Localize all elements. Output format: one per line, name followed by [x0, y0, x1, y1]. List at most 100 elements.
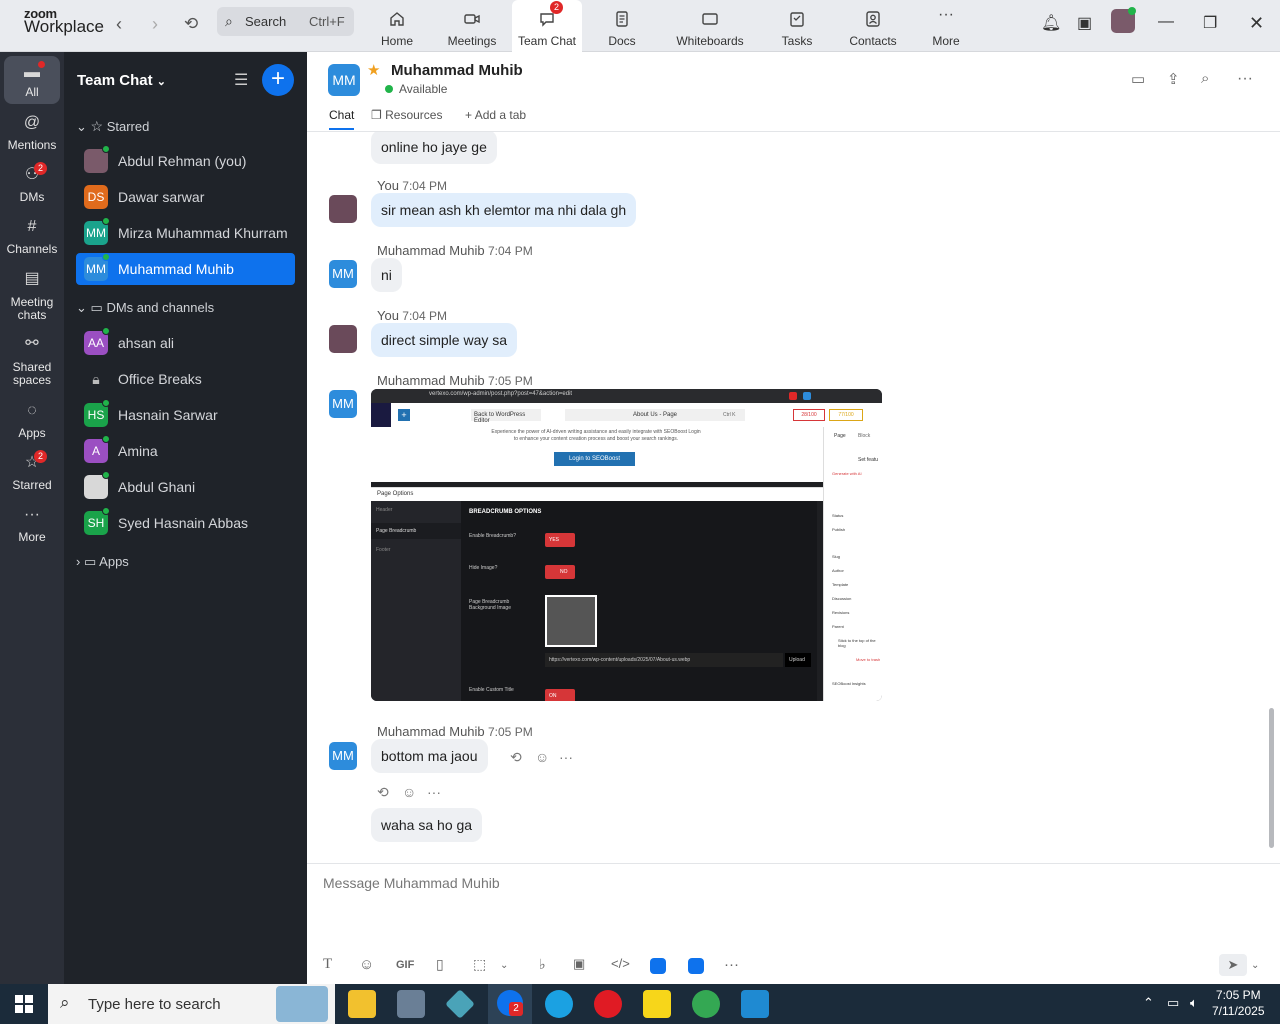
tab-docs[interactable]: Docs [600, 0, 644, 52]
tray-chevron-icon[interactable]: ⌃ [1143, 995, 1154, 1011]
video-call-icon[interactable]: ▭ [1131, 70, 1145, 88]
emoji-react-icon[interactable]: ☺ [535, 749, 549, 765]
rail-starred[interactable]: ☆ 2 Starred [0, 450, 64, 492]
sidebar-item-muhammad-muhib[interactable]: MM Muhammad Muhib [76, 253, 295, 285]
scrollbar[interactable] [1269, 708, 1274, 848]
taskbar-zoom-active[interactable]: 2 [488, 984, 532, 1024]
close-icon[interactable]: ✕ [1249, 13, 1264, 34]
microphone-icon[interactable]: ♭ [539, 956, 546, 973]
reply-icon[interactable]: ⟲ [510, 749, 522, 766]
tab-more[interactable]: ··· More [926, 0, 966, 52]
more-tools-icon[interactable]: ··· [724, 956, 739, 973]
sidebar-item-office-breaks[interactable]: 🔒︎ Office Breaks [76, 363, 295, 395]
vscode-icon[interactable] [741, 990, 769, 1018]
sidebar-item-mirza-khurram[interactable]: MM Mirza Muhammad Khurram [76, 217, 295, 249]
section-starred[interactable]: ⌄ ☆ Starred [76, 118, 149, 135]
opera-icon[interactable] [594, 990, 622, 1018]
app-integration-icon[interactable] [688, 958, 704, 974]
video-message-icon[interactable]: ▣ [573, 956, 585, 972]
sticky-notes-icon[interactable] [643, 990, 671, 1018]
chevron-down-icon[interactable]: ⌄ [500, 960, 508, 971]
rail-meeting-chats[interactable]: ▤ Meeting chats [0, 270, 64, 322]
gif-icon[interactable]: GIF [396, 959, 414, 971]
history-icon[interactable]: ⟲ [184, 14, 198, 34]
rail-shared-spaces[interactable]: ⚯ Shared spaces [0, 335, 64, 387]
reply-icon[interactable]: ⟲ [377, 784, 389, 801]
avatar[interactable]: MM [329, 742, 357, 770]
chrome-icon[interactable] [692, 990, 720, 1018]
back-arrow-icon[interactable]: ‹ [116, 14, 122, 35]
section-apps[interactable]: › ▭ Apps [76, 554, 129, 570]
tab-tasks[interactable]: Tasks [776, 0, 818, 52]
search-bar[interactable]: ⌕ Search Ctrl+F [217, 7, 354, 36]
sidebar-item-syed-hasnain-abbas[interactable]: SH Syed Hasnain Abbas [76, 507, 295, 539]
sidebar-item-hasnain-sarwar[interactable]: HS Hasnain Sarwar [76, 399, 295, 431]
search-icon[interactable]: ⌕ [1201, 70, 1209, 87]
network-icon[interactable]: ▭ [1167, 995, 1179, 1011]
image-attachment[interactable]: vertexo.com/wp-admin/post.php?post=47&ac… [371, 389, 882, 701]
system-clock[interactable]: 7:05 PM 7/11/2025 [1212, 987, 1265, 1019]
emoji-react-icon[interactable]: ☺ [402, 784, 416, 800]
rail-dms-label: DMs [19, 190, 45, 204]
rail-apps[interactable]: ◌ Apps [0, 402, 64, 440]
rail-dms[interactable]: ⚇ 2 DMs [0, 162, 64, 204]
taskbar-search[interactable]: ⌕ Type here to search [48, 984, 335, 1024]
volume-icon[interactable]: 🔈︎ [1190, 995, 1198, 1011]
message-input[interactable]: Message Muhammad Muhib [323, 875, 500, 891]
tab-whiteboards[interactable]: Whiteboards [670, 0, 750, 52]
tab-team-chat[interactable]: 2 Team Chat [512, 0, 582, 52]
sidebar-item-ahsan-ali[interactable]: AA ahsan ali [76, 327, 295, 359]
seoboost-promo: Experience the power of AI-driven writin… [371, 427, 823, 482]
chevron-down-icon[interactable]: ⌄ [1251, 960, 1259, 971]
message-more-icon[interactable]: ··· [559, 749, 573, 765]
file-explorer-icon[interactable] [348, 990, 376, 1018]
app-icon[interactable] [445, 989, 475, 1019]
maximize-icon[interactable]: ❐ [1203, 13, 1217, 33]
message-composer: Message Muhammad Muhib T ☺ GIF ▯ ⬚ ⌄ ♭ ▣… [307, 863, 1280, 984]
section-dms[interactable]: ⌄ ▭ DMs and channels [76, 300, 214, 316]
sidebar-item-dawar-sarwar[interactable]: DS Dawar sarwar [76, 181, 295, 213]
avatar[interactable]: MM [329, 260, 357, 288]
app-integration-icon[interactable] [650, 958, 666, 974]
more-options-icon[interactable]: ··· [1237, 70, 1253, 88]
tab-meetings[interactable]: Meetings [442, 0, 502, 52]
tab-contacts[interactable]: Contacts [846, 0, 900, 52]
emoji-icon[interactable]: ☺ [359, 956, 374, 973]
tab-resources[interactable]: ❐ Resources [371, 108, 442, 122]
rail-channels[interactable]: # Channels [0, 218, 64, 256]
bell-icon[interactable]: 🔔︎ [1041, 13, 1061, 33]
calendar-icon[interactable]: ▣ [1077, 13, 1092, 33]
avatar[interactable] [329, 195, 357, 223]
sidebar-item-abdul-ghani[interactable]: Abdul Ghani [76, 471, 295, 503]
rail-more[interactable]: ··· More [0, 506, 64, 544]
avatar[interactable]: MM [329, 390, 357, 418]
new-chat-button[interactable]: + [262, 64, 294, 96]
forward-arrow-icon[interactable]: › [152, 14, 158, 35]
contact-name-title[interactable]: Muhammad Muhib [391, 62, 523, 79]
edge-icon[interactable] [545, 990, 573, 1018]
chat-bubble-icon: ▬ [24, 64, 40, 81]
app-icon[interactable] [397, 990, 425, 1018]
message-more-icon[interactable]: ··· [427, 784, 441, 800]
format-text-icon[interactable]: T [323, 956, 332, 973]
sidebar-item-abdul-rehman[interactable]: Abdul Rehman (you) [76, 145, 295, 177]
screenshot-icon[interactable]: ⬚ [473, 956, 486, 973]
rail-all[interactable]: ▬ All [4, 56, 60, 104]
star-filled-icon[interactable]: ★ [367, 61, 380, 79]
file-icon[interactable]: ▯ [436, 956, 444, 973]
tab-add[interactable]: + Add a tab [465, 108, 526, 122]
minimize-icon[interactable]: — [1158, 13, 1174, 31]
rail-mentions[interactable]: @ Mentions [0, 114, 64, 152]
avatar[interactable] [329, 325, 357, 353]
filter-icon[interactable]: ☰ [234, 70, 248, 90]
sidebar-item-amina[interactable]: A Amina [76, 435, 295, 467]
share-screen-icon[interactable]: ⇪ [1167, 70, 1180, 88]
tab-home[interactable]: Home [372, 0, 422, 52]
send-icon[interactable]: ➤ [1219, 954, 1247, 976]
avatar[interactable] [1111, 7, 1136, 33]
windows-start-icon[interactable] [15, 995, 33, 1013]
tab-chat[interactable]: Chat [329, 108, 355, 130]
contact-avatar[interactable]: MM [328, 64, 360, 96]
code-icon[interactable]: </> [611, 956, 630, 971]
sidebar-title[interactable]: Team Chat ⌄ [77, 72, 166, 89]
